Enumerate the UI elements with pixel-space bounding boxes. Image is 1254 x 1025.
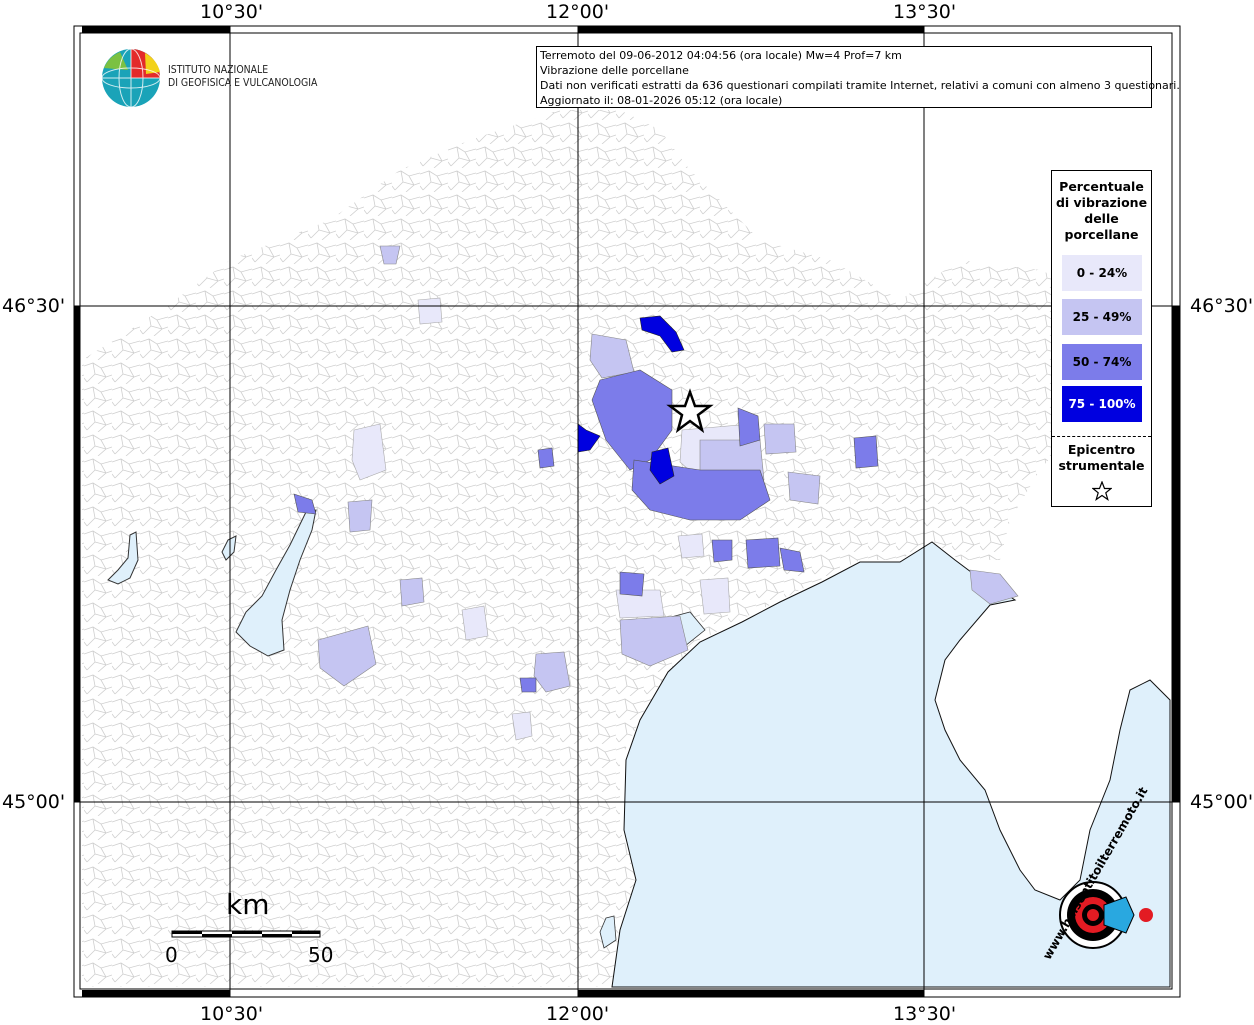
ingv-logo-line1: ISTITUTO NAZIONALE xyxy=(168,63,269,76)
event-info-line2: Vibrazione delle porcellane xyxy=(540,64,689,77)
lon-tick-top-2: 12°00' xyxy=(546,1,610,23)
lon-tick-top-3: 13°30' xyxy=(893,1,957,23)
legend-title-line: porcellane xyxy=(1064,227,1139,242)
lon-tick-bottom-1: 10°30' xyxy=(200,1003,264,1025)
lon-tick-top-1: 10°30' xyxy=(200,1,264,23)
legend: Percentuale di vibrazione delle porcella… xyxy=(1051,170,1152,507)
event-info-line1: Terremoto del 09-06-2012 04:04:56 (ora l… xyxy=(540,49,902,62)
legend-separator xyxy=(1052,436,1151,437)
ingv-logo-text: ISTITUTO NAZIONALE DI GEOFISICA E VULCAN… xyxy=(168,63,317,89)
scale-start: 0 xyxy=(165,943,178,967)
legend-title: Percentuale di vibrazione delle porcella… xyxy=(1052,179,1151,243)
ingv-logo-line2: DI GEOFISICA E VULCANOLOGIA xyxy=(168,76,318,89)
legend-star-icon xyxy=(1090,480,1113,501)
map xyxy=(73,25,1181,998)
lat-tick-left-2: 45°00' xyxy=(2,791,66,813)
event-info-line3: Dati non verificati estratti da 636 ques… xyxy=(540,79,1180,92)
scale-end: 50 xyxy=(308,943,334,967)
legend-class-3: 75 - 100% xyxy=(1062,386,1142,422)
event-info-box: Terremoto del 09-06-2012 04:04:56 (ora l… xyxy=(536,46,1180,108)
legend-title-line: di vibrazione xyxy=(1055,195,1148,210)
legend-title-line: Percentuale xyxy=(1059,179,1144,194)
scale-unit: km xyxy=(226,888,270,921)
event-info-line4: Aggiornato il: 08-01-2026 05:12 (ora loc… xyxy=(540,94,783,107)
scale-bar xyxy=(171,930,321,938)
legend-class-2: 50 - 74% xyxy=(1062,344,1142,380)
legend-epicenter: Epicentro strumentale xyxy=(1052,442,1151,505)
lon-tick-bottom-3: 13°30' xyxy=(893,1003,957,1025)
legend-title-line: delle xyxy=(1084,211,1119,226)
lat-tick-right-2: 45°00' xyxy=(1190,791,1254,813)
lat-tick-left-1: 46°30' xyxy=(2,295,66,317)
legend-class-1: 25 - 49% xyxy=(1062,299,1142,335)
lat-tick-right-1: 46°30' xyxy=(1190,295,1254,317)
ingv-logo-icon xyxy=(101,48,161,108)
legend-class-0: 0 - 24% xyxy=(1062,255,1142,291)
legend-epicenter-line: strumentale xyxy=(1058,458,1145,473)
legend-epicenter-line: Epicentro xyxy=(1067,442,1136,457)
lon-tick-bottom-2: 12°00' xyxy=(546,1003,610,1025)
